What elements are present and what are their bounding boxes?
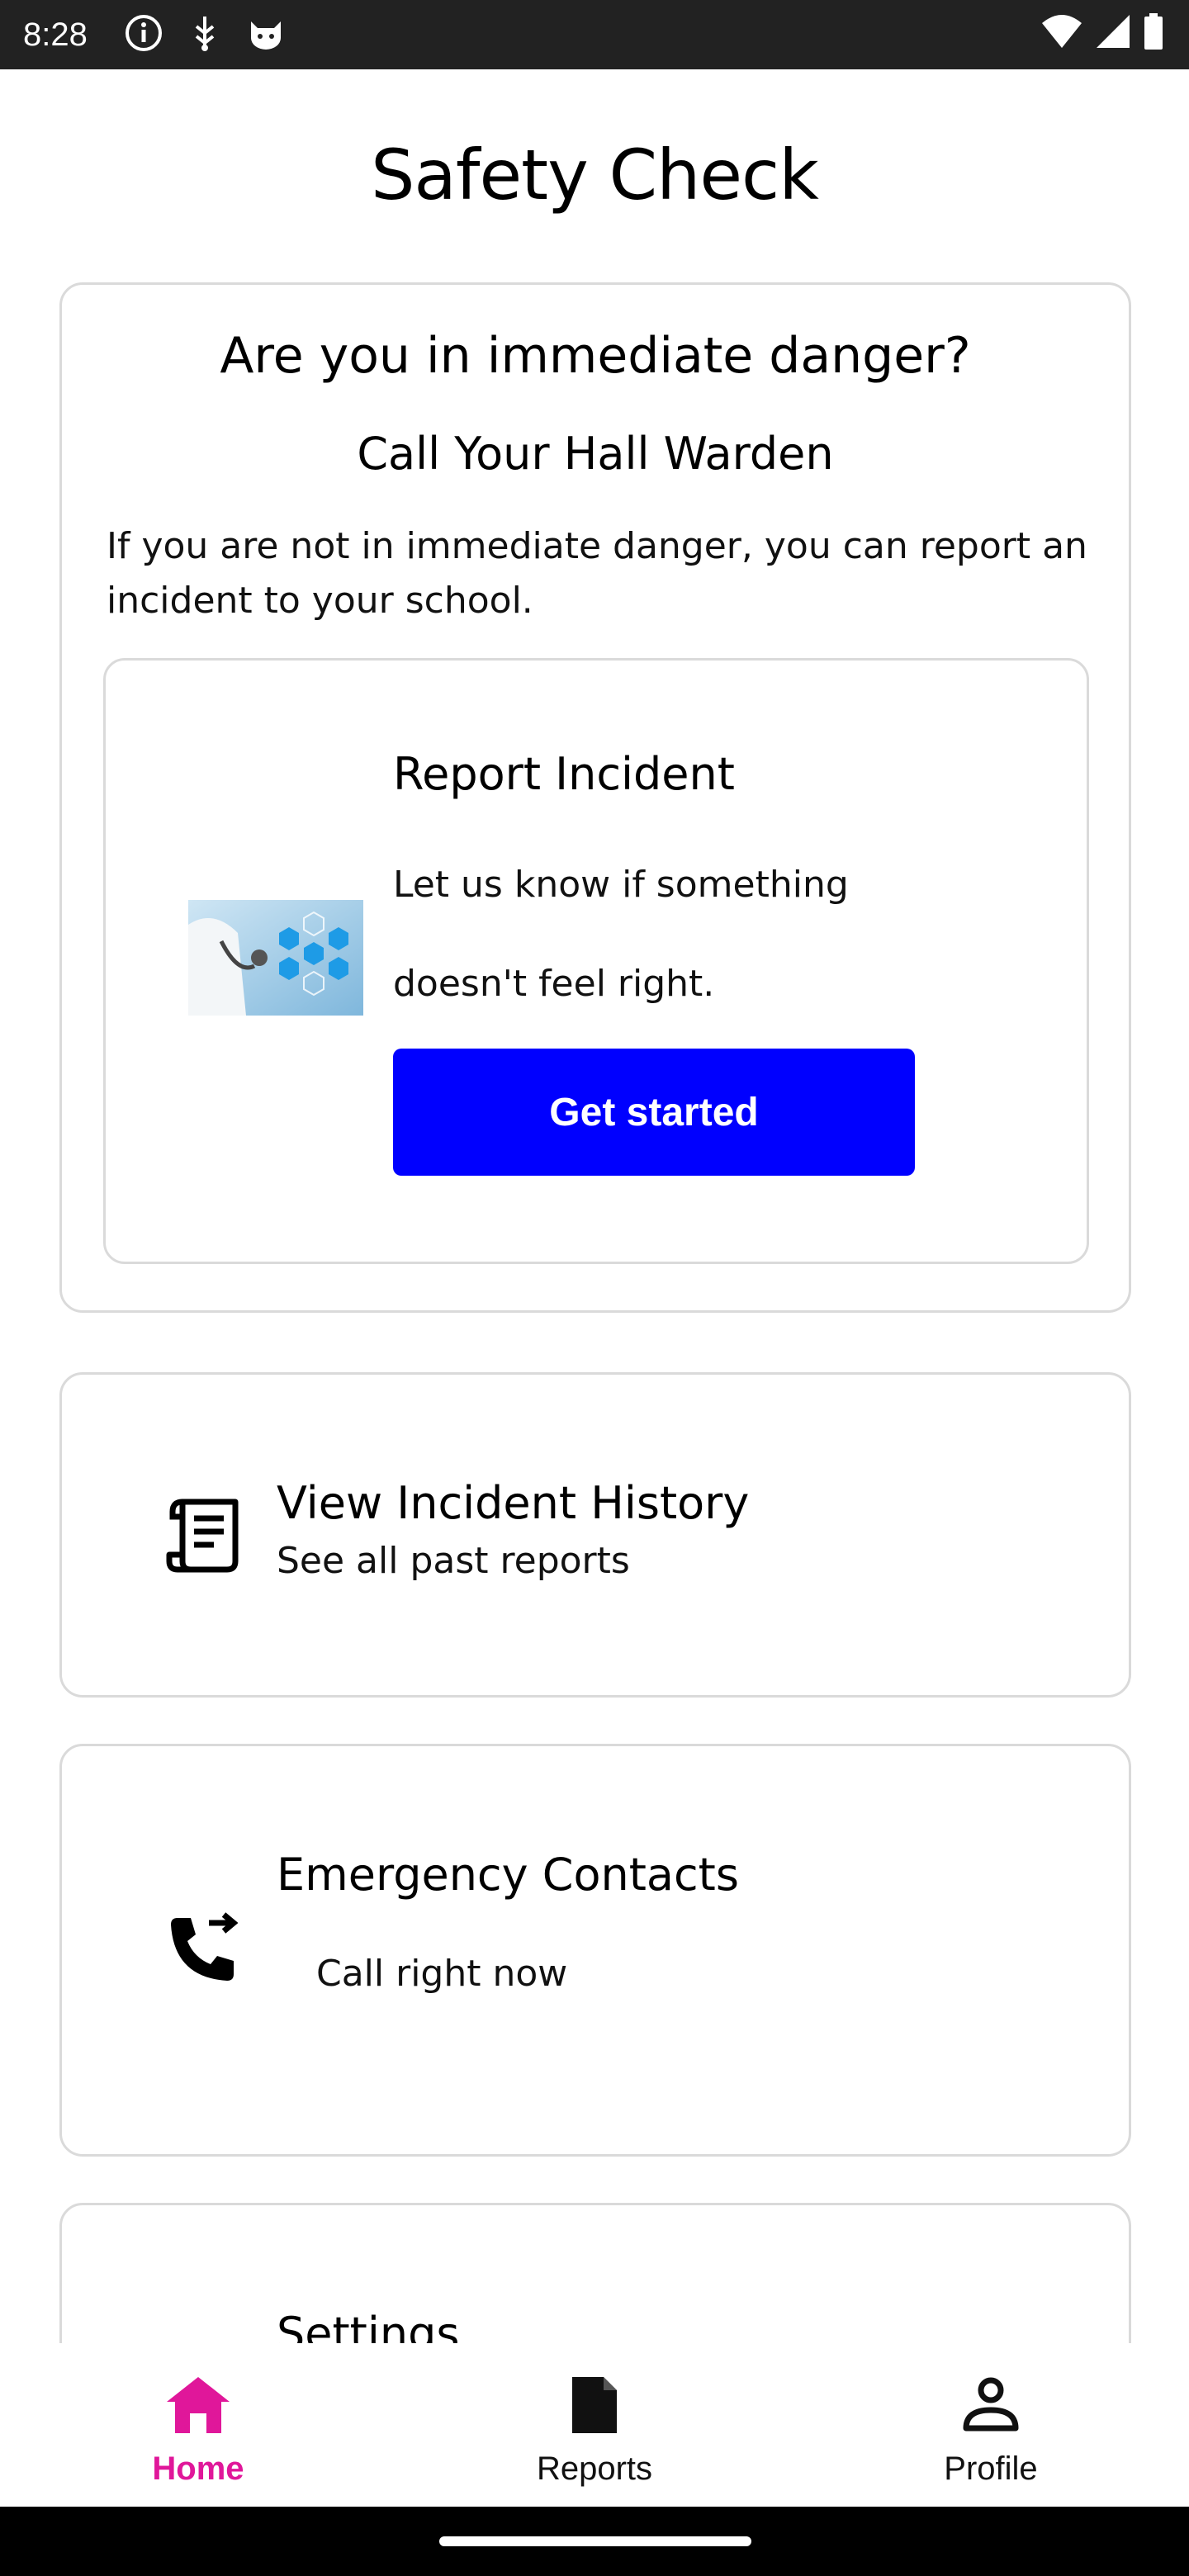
incident-history-title: View Incident History	[277, 1477, 750, 1529]
home-gesture-pill[interactable]	[439, 2536, 751, 2546]
person-icon	[963, 2377, 1019, 2432]
cat-face-icon	[251, 21, 281, 50]
nav-item-home[interactable]: Home	[0, 2343, 396, 2507]
emergency-contacts-card[interactable]: Emergency Contacts Call right now	[59, 1744, 1131, 2157]
nav-label-reports: Reports	[536, 2451, 653, 2487]
call-hall-warden-heading[interactable]: Call Your Hall Warden	[62, 425, 1129, 483]
report-incident-card: Report Incident Let us know if something…	[103, 658, 1089, 1264]
nav-label-home: Home	[152, 2451, 244, 2487]
get-started-button[interactable]: Get started	[393, 1049, 915, 1176]
nav-item-reports[interactable]: Reports	[396, 2343, 793, 2507]
document-icon	[572, 2377, 617, 2433]
status-right-icons	[1040, 12, 1164, 51]
home-icon	[167, 2377, 230, 2433]
call-right-now-text[interactable]: Call right now	[316, 1949, 567, 1999]
info-icon	[126, 15, 162, 51]
nav-label-profile: Profile	[944, 2451, 1038, 2487]
battery-icon	[1144, 13, 1163, 50]
cellular-signal-icon	[1097, 15, 1130, 48]
medical-doctor-stethoscope-image	[188, 900, 363, 1016]
status-time: 8:28	[23, 17, 88, 53]
emergency-contacts-title: Emergency Contacts	[277, 1849, 739, 1901]
incident-history-card[interactable]: View Incident History See all past repor…	[59, 1372, 1131, 1698]
status-left-icons	[124, 13, 286, 53]
phone-forwarded-icon	[171, 1912, 239, 1981]
status-bar: 8:28	[0, 0, 1189, 69]
report-incident-title: Report Incident	[393, 748, 735, 800]
incident-history-subtitle: See all past reports	[277, 1540, 630, 1582]
report-incident-description: Let us know if something doesn't feel ri…	[393, 864, 849, 1005]
page-title: Safety Check	[371, 135, 819, 215]
immediate-danger-card: Are you in immediate danger? Call Your H…	[59, 282, 1131, 1313]
wifi-icon	[1042, 15, 1082, 48]
bottom-nav: Home Reports Profile	[0, 2343, 1189, 2507]
danger-heading: Are you in immediate danger?	[220, 327, 971, 385]
danger-body-text: If you are not in immediate danger, you …	[107, 525, 1087, 622]
receipt-list-icon	[166, 1499, 239, 1573]
usb-debug-icon	[195, 17, 215, 51]
nav-item-profile[interactable]: Profile	[793, 2343, 1189, 2507]
system-nav-bar	[0, 2507, 1189, 2576]
